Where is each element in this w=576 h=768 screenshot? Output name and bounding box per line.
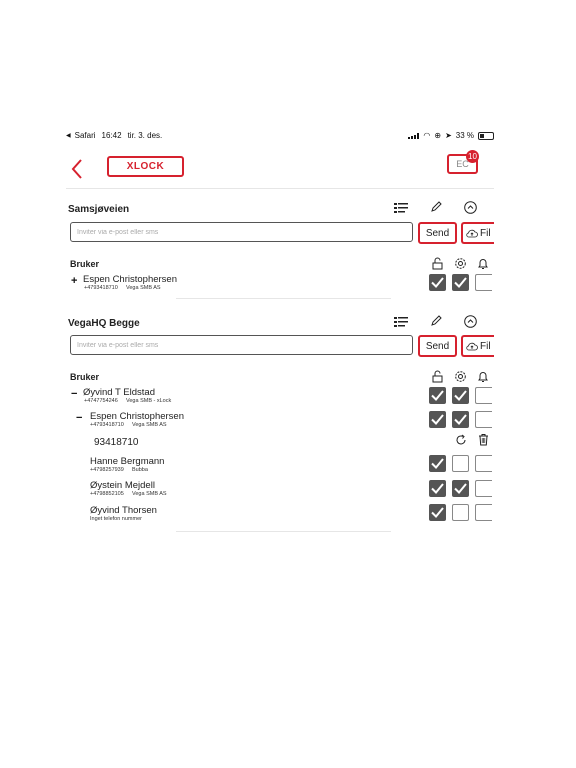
- refresh-icon[interactable]: [454, 433, 467, 446]
- user-phone: Inget telefon nummer: [90, 516, 142, 522]
- permission-lock-checkbox[interactable]: [429, 455, 446, 472]
- user-phone: +4793418710: [90, 422, 124, 428]
- permission-admin-checkbox[interactable]: [452, 274, 469, 291]
- pencil-icon[interactable]: [430, 315, 442, 327]
- permission-notify-checkbox[interactable]: [475, 387, 492, 404]
- signal-icon: [408, 132, 420, 139]
- trash-icon[interactable]: [477, 432, 489, 446]
- send-button[interactable]: Send: [418, 335, 457, 357]
- xlock-logo-button[interactable]: XLOCK: [107, 156, 184, 177]
- permission-lock-checkbox[interactable]: [429, 504, 446, 521]
- user-phone: +4798257939: [90, 467, 124, 473]
- header-divider: [66, 188, 494, 189]
- lock-rotation-icon: ⊕: [434, 131, 442, 140]
- status-bar: ◀ Safari 16:42 tir. 3. des. ◠ ⊕ ➤ 33 %: [66, 131, 494, 143]
- list-icon[interactable]: [394, 316, 408, 328]
- permission-notify-checkbox[interactable]: [475, 274, 492, 291]
- permission-lock-checkbox[interactable]: [429, 387, 446, 404]
- user-org: Vega SMB AS: [132, 491, 167, 497]
- status-browser: Safari: [74, 131, 96, 140]
- invite-input[interactable]: [70, 335, 413, 355]
- permission-lock-checkbox[interactable]: [429, 480, 446, 497]
- collapse-user-icon[interactable]: −: [71, 389, 77, 400]
- permission-lock-checkbox[interactable]: [429, 274, 446, 291]
- lock-icon: [431, 257, 443, 270]
- edit-phone-field[interactable]: 93418710: [94, 437, 139, 448]
- battery-icon: [478, 131, 494, 140]
- notification-badge: 10: [466, 150, 479, 163]
- gear-icon: [454, 257, 467, 270]
- back-to-app-icon: ◀: [66, 133, 71, 139]
- user-org: Vega SMB - xLock: [126, 398, 172, 404]
- collapse-user-icon[interactable]: −: [76, 413, 82, 424]
- user-org: Bubba: [132, 467, 148, 473]
- chevron-left-icon: [71, 159, 82, 179]
- user-org: Vega SMB AS: [132, 422, 167, 428]
- user-phone: +4793418710: [84, 285, 118, 291]
- group-divider: [176, 531, 391, 532]
- lock-icon: [431, 370, 443, 383]
- invite-input[interactable]: [70, 222, 413, 242]
- permission-notify-checkbox[interactable]: [475, 411, 492, 428]
- xlock-logo: XLOCK: [126, 161, 165, 172]
- user-name: Espen Christophersen: [90, 411, 184, 422]
- user-name: Hanne Bergmann: [90, 456, 165, 467]
- collapse-icon[interactable]: [464, 315, 477, 328]
- file-upload-button[interactable]: Fil: [461, 222, 494, 244]
- users-header: Bruker: [70, 372, 100, 382]
- send-button[interactable]: Send: [418, 222, 457, 244]
- user-org: Vega SMB AS: [126, 285, 161, 291]
- expand-user-icon[interactable]: +: [71, 276, 77, 287]
- user-name: Øystein Mejdell: [90, 480, 155, 491]
- permission-admin-checkbox[interactable]: [452, 387, 469, 404]
- permission-lock-checkbox[interactable]: [429, 411, 446, 428]
- file-upload-button[interactable]: Fil: [461, 335, 494, 357]
- permission-admin-checkbox[interactable]: [452, 455, 469, 472]
- pencil-icon[interactable]: [430, 201, 442, 213]
- permission-admin-checkbox[interactable]: [452, 480, 469, 497]
- back-button[interactable]: [70, 158, 84, 180]
- permission-admin-checkbox[interactable]: [452, 411, 469, 428]
- bell-icon: [477, 370, 489, 383]
- user-name: Øyvind Thorsen: [90, 505, 157, 516]
- user-name: Espen Christophersen: [83, 274, 177, 285]
- group-divider: [176, 298, 391, 299]
- status-date: tir. 3. des.: [127, 131, 163, 140]
- status-time: 16:42: [101, 131, 122, 140]
- wifi-icon: ◠: [423, 131, 431, 140]
- permission-notify-checkbox[interactable]: [475, 480, 492, 497]
- list-icon[interactable]: [394, 202, 408, 214]
- user-phone: +4747754246: [84, 398, 118, 404]
- users-header: Bruker: [70, 259, 100, 269]
- group-title: VegaHQ Begge: [68, 318, 140, 329]
- bell-icon: [477, 257, 489, 270]
- permission-notify-checkbox[interactable]: [475, 455, 492, 472]
- cloud-upload-icon: [466, 229, 478, 237]
- battery-percent: 33 %: [455, 131, 474, 140]
- group-title: Samsjøveien: [68, 204, 130, 215]
- gear-icon: [454, 370, 467, 383]
- user-name: Øyvind T Eldstad: [83, 387, 155, 398]
- permission-admin-checkbox[interactable]: [452, 504, 469, 521]
- permission-notify-checkbox[interactable]: [475, 504, 492, 521]
- cloud-upload-icon: [466, 342, 478, 350]
- location-icon: ➤: [445, 131, 452, 140]
- collapse-icon[interactable]: [464, 201, 477, 214]
- user-phone: +4798852105: [90, 491, 124, 497]
